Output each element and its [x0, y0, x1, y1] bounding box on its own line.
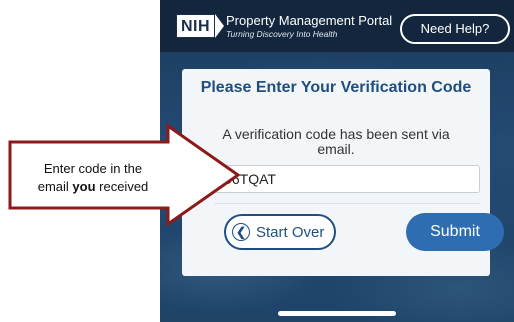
app-header: NIH Property Management Portal Turning D… [160, 0, 514, 52]
callout-line-2-bold: you [72, 179, 96, 194]
start-over-label: Start Over [256, 223, 325, 241]
nih-logo-text: NIH [176, 14, 216, 38]
callout-line-2: email you received [18, 178, 168, 196]
divider [214, 203, 480, 204]
submit-button[interactable]: Submit [406, 213, 504, 251]
callout-line-2-start: email [37, 179, 73, 194]
card-title: Please Enter Your Verification Code [200, 79, 472, 96]
callout-text: Enter code in the email you received [18, 160, 168, 196]
need-help-button[interactable]: Need Help? [400, 14, 510, 44]
verification-code-input[interactable] [214, 165, 480, 193]
nih-logo: NIH [176, 14, 225, 38]
portal-title: Property Management Portal [226, 13, 393, 28]
portal-subtitle: Turning Discovery Into Health [226, 29, 338, 39]
home-indicator [278, 311, 396, 316]
callout-line-2-end: received [95, 179, 149, 194]
nih-logo-arrow [215, 14, 225, 38]
callout-line-1: Enter code in the [43, 161, 143, 176]
screenshot: NIH Property Management Portal Turning D… [0, 0, 514, 322]
